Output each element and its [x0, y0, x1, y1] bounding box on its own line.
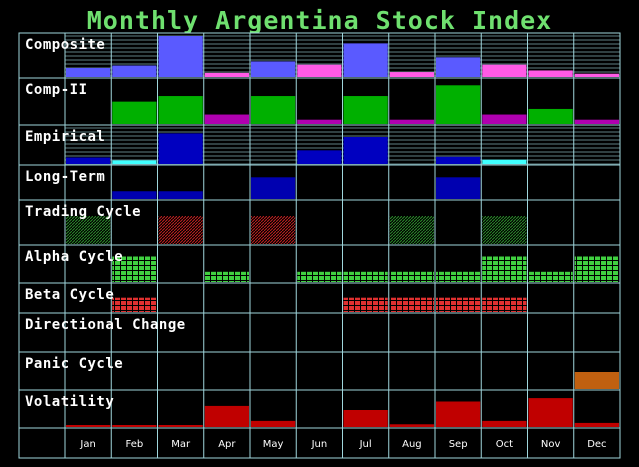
mark-alpha-jul	[343, 271, 388, 282]
mark-composite-aug	[389, 72, 434, 77]
mark-trading-jan	[66, 216, 111, 244]
mark-volatility-apr	[204, 405, 249, 427]
mark-composite-nov	[528, 70, 573, 77]
month-label-mar: Mar	[171, 439, 191, 450]
mark-comp2-jun	[297, 119, 342, 124]
forecast-chart: Jan Feb Mar Apr May Jun Jul Aug Sep Oct Nov Dec Comp…	[18, 32, 621, 459]
mark-longterm-feb	[112, 191, 157, 199]
mark-volatility-dec	[574, 422, 619, 427]
month-label-jul: Jul	[359, 439, 372, 450]
mark-volatility-jul	[343, 410, 388, 427]
panel-label-comp2: Comp-II	[25, 82, 88, 98]
mark-alpha-apr	[204, 271, 249, 282]
mark-empirical-jan	[66, 157, 111, 164]
mark-volatility-may	[251, 420, 296, 427]
mark-volatility-jan	[66, 425, 111, 427]
mark-comp2-apr	[204, 114, 249, 124]
mark-comp2-aug	[389, 119, 434, 124]
mark-longterm-may	[251, 177, 296, 199]
panel-label-composite: Composite	[25, 37, 105, 53]
mark-comp2-nov	[528, 108, 573, 124]
mark-composite-oct	[482, 64, 527, 77]
mark-composite-apr	[204, 72, 249, 77]
mark-comp2-sep	[436, 85, 481, 124]
month-label-nov: Nov	[541, 439, 561, 450]
mark-trading-oct	[482, 216, 527, 244]
mark-beta-feb	[112, 297, 157, 312]
month-label-aug: Aug	[402, 439, 422, 450]
mark-alpha-sep	[436, 271, 481, 282]
month-label-jan: Jan	[79, 439, 95, 450]
mark-panic-dec	[574, 372, 619, 389]
month-label-apr: Apr	[218, 439, 236, 450]
mark-composite-jan	[66, 67, 111, 77]
mark-volatility-nov	[528, 398, 573, 427]
mark-alpha-jun	[297, 271, 342, 282]
mark-alpha-oct	[482, 256, 527, 282]
mark-comp2-oct	[482, 114, 527, 124]
mark-volatility-aug	[389, 424, 434, 427]
mark-composite-jun	[297, 64, 342, 77]
mark-beta-oct	[482, 297, 527, 312]
mark-empirical-mar	[158, 133, 203, 164]
panel-label-empirical: Empirical	[25, 129, 105, 145]
mark-empirical-feb	[112, 160, 157, 164]
mark-longterm-mar	[158, 191, 203, 199]
month-label-feb: Feb	[126, 439, 144, 450]
mark-volatility-mar	[158, 425, 203, 427]
mark-composite-mar	[158, 36, 203, 77]
mark-comp2-may	[251, 96, 296, 124]
panel-label-directional: Directional Change	[25, 317, 186, 333]
mark-composite-jul	[343, 43, 388, 77]
panel-label-alpha: Alpha Cycle	[25, 249, 123, 265]
mark-volatility-sep	[436, 401, 481, 427]
month-label-sep: Sep	[449, 439, 468, 450]
mark-trading-may	[251, 216, 296, 244]
mark-comp2-dec	[574, 119, 619, 124]
mark-empirical-jul	[343, 137, 388, 164]
month-label-may: May	[263, 439, 284, 450]
mark-beta-jul	[343, 297, 388, 312]
mark-empirical-oct	[482, 159, 527, 164]
mark-trading-aug	[389, 216, 434, 244]
mark-comp2-jul	[343, 96, 388, 124]
mark-composite-dec	[574, 73, 619, 77]
mark-empirical-sep	[436, 156, 481, 164]
mark-composite-sep	[436, 57, 481, 77]
mark-beta-sep	[436, 297, 481, 312]
mark-volatility-feb	[112, 425, 157, 427]
mark-empirical-jun	[297, 150, 342, 164]
panel-label-volatility: Volatility	[25, 394, 114, 410]
month-label-jun: Jun	[311, 439, 328, 450]
mark-comp2-mar	[158, 96, 203, 124]
mark-comp2-feb	[112, 101, 157, 124]
mark-alpha-nov	[528, 271, 573, 282]
mark-alpha-dec	[574, 256, 619, 282]
mark-beta-aug	[389, 297, 434, 312]
mark-volatility-oct	[482, 420, 527, 427]
mark-composite-feb	[112, 65, 157, 77]
panel-label-beta: Beta Cycle	[25, 287, 114, 303]
panel-label-longterm: Long-Term	[25, 169, 105, 185]
month-label-dec: Dec	[587, 439, 606, 450]
month-label-oct: Oct	[496, 439, 513, 450]
panel-label-trading: Trading Cycle	[25, 204, 141, 220]
mark-longterm-sep	[436, 177, 481, 199]
mark-composite-may	[251, 61, 296, 77]
mark-alpha-aug	[389, 271, 434, 282]
mark-trading-mar	[158, 216, 203, 244]
panel-label-panic: Panic Cycle	[25, 356, 123, 372]
